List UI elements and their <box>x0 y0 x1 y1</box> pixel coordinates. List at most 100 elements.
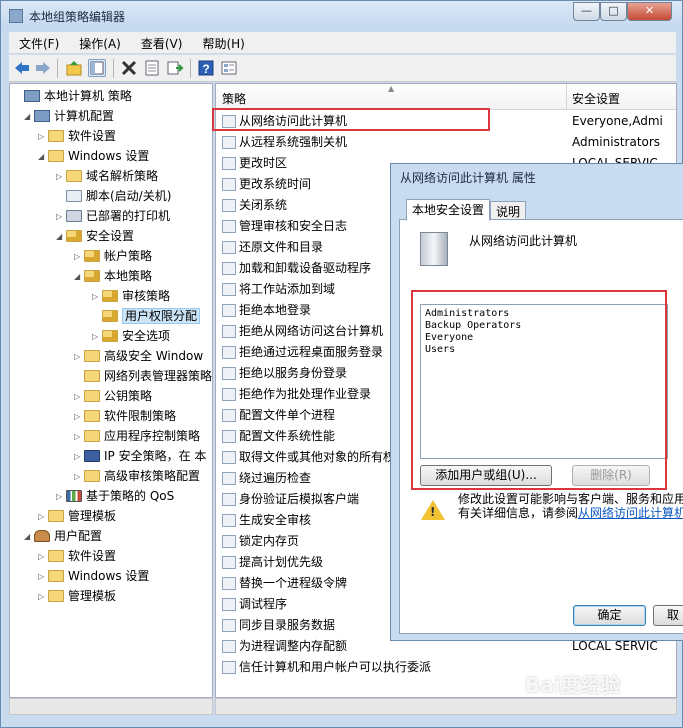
forward-arrow-icon[interactable] <box>34 59 52 77</box>
policy-name: 取得文件或其他对象的所有权 <box>239 450 396 464</box>
properties-icon[interactable] <box>143 59 161 77</box>
tree-node-advanced-audit[interactable]: ▷ 高级审核策略配置 <box>74 466 200 486</box>
collapsed-triangle-icon[interactable]: ▷ <box>74 347 84 367</box>
policy-row[interactable]: 从远程系统强制关机 Administrators <box>216 132 676 153</box>
collapsed-triangle-icon[interactable]: ▷ <box>92 327 102 347</box>
more-info-link[interactable]: 从网络访问此计算机 <box>578 506 683 520</box>
delete-icon[interactable] <box>120 59 138 77</box>
script-icon <box>66 190 82 202</box>
folder-icon <box>84 390 100 402</box>
tree-node-software-settings[interactable]: ▷ 软件设置 <box>38 126 116 146</box>
collapsed-triangle-icon[interactable]: ▷ <box>74 467 84 487</box>
tree-node-label-selected: 用户权限分配 <box>122 308 201 324</box>
collapsed-triangle-icon[interactable]: ▷ <box>56 487 66 507</box>
tree-node-local-computer-policy[interactable]: 本地计算机 策略 <box>14 86 132 106</box>
expanded-triangle-icon[interactable]: ◢ <box>38 147 48 167</box>
column-divider[interactable] <box>566 84 567 110</box>
computer-icon <box>34 110 50 122</box>
tree-node-software-restriction[interactable]: ▷ 软件限制策略 <box>74 406 176 426</box>
policy-icon <box>222 577 236 590</box>
locked-folder-icon <box>84 250 100 262</box>
column-header-security-setting[interactable]: 安全设置 <box>572 90 620 107</box>
tree-node-security-settings[interactable]: ◢ 安全设置 <box>56 226 134 246</box>
expanded-triangle-icon[interactable]: ◢ <box>24 527 34 547</box>
collapsed-triangle-icon[interactable]: ▷ <box>38 547 48 567</box>
folder-icon <box>48 150 64 162</box>
collapsed-triangle-icon[interactable]: ▷ <box>38 587 48 607</box>
tree-node-admin-templates[interactable]: ▷ 管理模板 <box>38 506 116 526</box>
tree-node-network-list-manager[interactable]: 网络列表管理器策略 <box>74 366 212 386</box>
tree-node-qos[interactable]: ▷ 基于策略的 QoS <box>56 486 174 506</box>
show-hide-tree-icon[interactable] <box>88 59 106 77</box>
expanded-triangle-icon[interactable]: ◢ <box>74 267 84 287</box>
tree-node-advanced-firewall[interactable]: ▷ 高级安全 Window <box>74 346 203 366</box>
help-icon[interactable]: ? <box>197 59 215 77</box>
up-folder-icon[interactable] <box>65 59 83 77</box>
collapsed-triangle-icon[interactable]: ▷ <box>74 447 84 467</box>
menu-action[interactable]: 操作(A) <box>69 32 131 52</box>
collapsed-triangle-icon[interactable]: ▷ <box>74 247 84 267</box>
tree-node-app-control[interactable]: ▷ 应用程序控制策略 <box>74 426 200 446</box>
policy-icon <box>222 535 236 548</box>
tree-node-public-key-policies[interactable]: ▷ 公钥策略 <box>74 386 152 406</box>
policy-name: 加载和卸载设备驱动程序 <box>239 261 372 275</box>
collapsed-triangle-icon[interactable]: ▷ <box>92 287 102 307</box>
export-list-icon[interactable] <box>166 59 184 77</box>
expanded-triangle-icon[interactable]: ◢ <box>24 107 34 127</box>
close-button[interactable]: ✕ <box>627 2 672 21</box>
tree-node-computer-config[interactable]: ◢ 计算机配置 <box>24 106 114 126</box>
policy-icon <box>222 661 236 674</box>
collapsed-triangle-icon[interactable]: ▷ <box>56 207 66 227</box>
menu-help[interactable]: 帮助(H) <box>192 32 254 52</box>
tree-node-audit-policy[interactable]: ▷ 审核策略 <box>92 286 170 306</box>
collapsed-triangle-icon[interactable]: ▷ <box>74 407 84 427</box>
menu-file[interactable]: 文件(F) <box>9 32 69 52</box>
tree-node-security-options[interactable]: ▷ 安全选项 <box>92 326 170 346</box>
expanded-triangle-icon[interactable]: ◢ <box>56 227 66 247</box>
tree-node-windows-settings[interactable]: ◢ Windows 设置 <box>38 146 149 166</box>
policy-name: 同步目录服务数据 <box>239 618 336 632</box>
maximize-button[interactable]: □ <box>600 2 627 21</box>
policy-name: 绕过遍历检查 <box>239 471 312 485</box>
tree-node-name-resolution-policy[interactable]: ▷ 域名解析策略 <box>56 166 158 186</box>
tree-node-user-admin-templates[interactable]: ▷ 管理模板 <box>38 586 116 606</box>
minimize-button[interactable]: — <box>573 2 600 21</box>
policy-name: 更改时区 <box>239 156 288 170</box>
warning-text-line1: 修改此设置可能影响与客户端、服务和应用 <box>458 492 683 506</box>
tree-node-user-software-settings[interactable]: ▷ 软件设置 <box>38 546 116 566</box>
list-horizontal-scrollbar[interactable] <box>215 698 677 715</box>
dialog-title: 从网络访问此计算机 属性 <box>400 171 536 185</box>
server-icon <box>420 232 448 266</box>
tree-node-account-policies[interactable]: ▷ 帐户策略 <box>74 246 152 266</box>
collapsed-triangle-icon[interactable]: ▷ <box>38 507 48 527</box>
collapsed-triangle-icon[interactable]: ▷ <box>38 127 48 147</box>
tree-node-label: Windows 设置 <box>68 569 150 583</box>
column-header-policy[interactable]: 策略 <box>222 90 246 107</box>
tree-node-user-config[interactable]: ◢ 用户配置 <box>24 526 102 546</box>
warning-icon <box>421 500 445 520</box>
tree-horizontal-scrollbar[interactable] <box>9 698 213 715</box>
policy-name: 替换一个进程级令牌 <box>239 576 348 590</box>
tree-node-deployed-printers[interactable]: ▷ 已部署的打印机 <box>56 206 170 226</box>
policy-icon <box>222 367 236 380</box>
ok-button[interactable]: 确定 <box>573 605 646 626</box>
collapsed-triangle-icon[interactable]: ▷ <box>74 427 84 447</box>
collapsed-triangle-icon[interactable]: ▷ <box>74 387 84 407</box>
tree-node-scripts[interactable]: 脚本(启动/关机) <box>56 186 171 206</box>
tree-node-ip-security[interactable]: ▷ IP 安全策略，在 本 <box>74 446 206 466</box>
policy-icon <box>222 640 236 653</box>
collapsed-triangle-icon[interactable]: ▷ <box>38 567 48 587</box>
locked-folder-icon <box>102 330 118 342</box>
tree-node-local-policies[interactable]: ◢ 本地策略 <box>74 266 152 286</box>
menu-view[interactable]: 查看(V) <box>131 32 193 52</box>
tab-local-security-setting[interactable]: 本地安全设置 <box>406 199 491 221</box>
back-arrow-icon[interactable] <box>13 59 31 77</box>
menu-bar: 文件(F) 操作(A) 查看(V) 帮助(H) <box>9 32 676 53</box>
collapsed-triangle-icon[interactable]: ▷ <box>56 167 66 187</box>
tree-node-user-rights-assignment[interactable]: 用户权限分配 <box>92 306 201 326</box>
cancel-button[interactable]: 取 <box>653 605 683 626</box>
tree-node-user-windows-settings[interactable]: ▷ Windows 设置 <box>38 566 149 586</box>
console-tree[interactable]: 本地计算机 策略 ◢ 计算机配置 ▷ 软件设置 ◢ Windows 设置 ▷ 域名解析策… <box>9 83 213 698</box>
title-bar[interactable]: 本地组策略编辑器 — □ ✕ <box>1 1 682 31</box>
filter-view-icon[interactable] <box>220 59 238 77</box>
